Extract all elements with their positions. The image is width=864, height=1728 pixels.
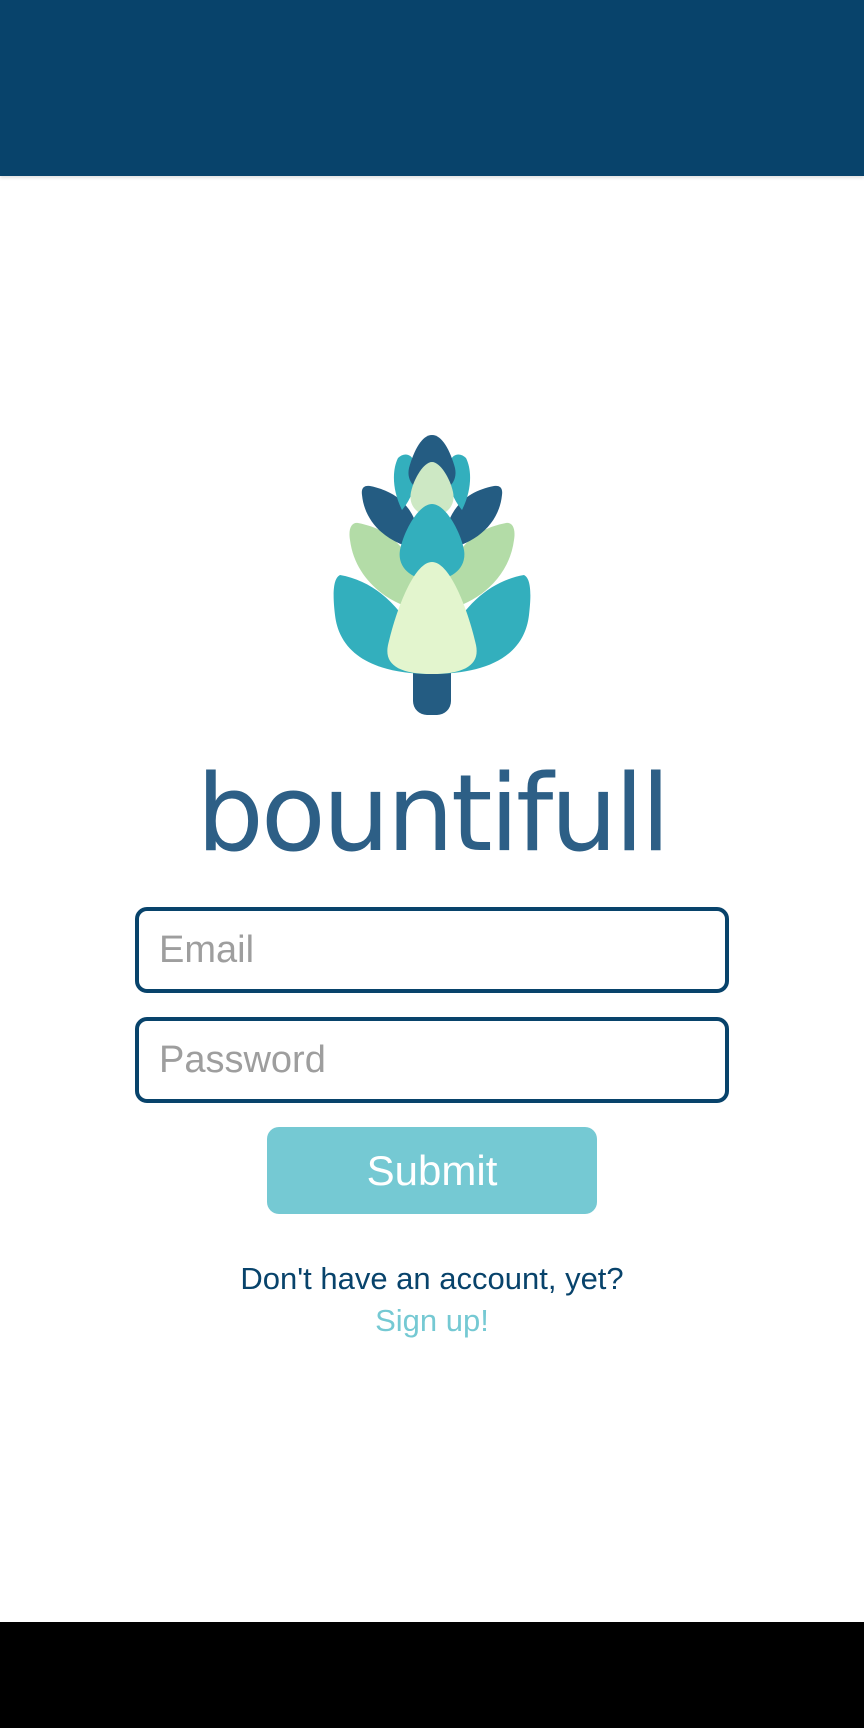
brand-name: bountifull — [197, 760, 668, 860]
password-field[interactable] — [135, 1017, 729, 1103]
signup-prompt-text: Don't have an account, yet? — [240, 1261, 624, 1296]
submit-button[interactable]: Submit — [267, 1127, 597, 1214]
app-header-bar — [0, 0, 864, 176]
system-navigation-bar — [0, 1622, 864, 1728]
brand-wordmark: bountifull — [197, 760, 671, 860]
signup-link[interactable]: Sign up! — [332, 1303, 532, 1339]
email-field[interactable] — [135, 907, 729, 993]
artichoke-logo-icon — [333, 435, 531, 715]
